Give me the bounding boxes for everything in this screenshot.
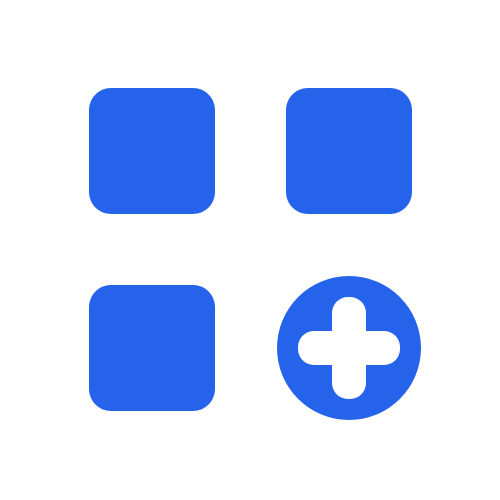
plus-vertical-bar — [332, 297, 366, 399]
grid-add-icon — [0, 0, 500, 500]
square-icon-top-right — [286, 88, 412, 214]
square-icon-bottom-left — [89, 285, 215, 411]
square-icon-top-left — [89, 88, 215, 214]
plus-circle-icon — [277, 276, 421, 420]
